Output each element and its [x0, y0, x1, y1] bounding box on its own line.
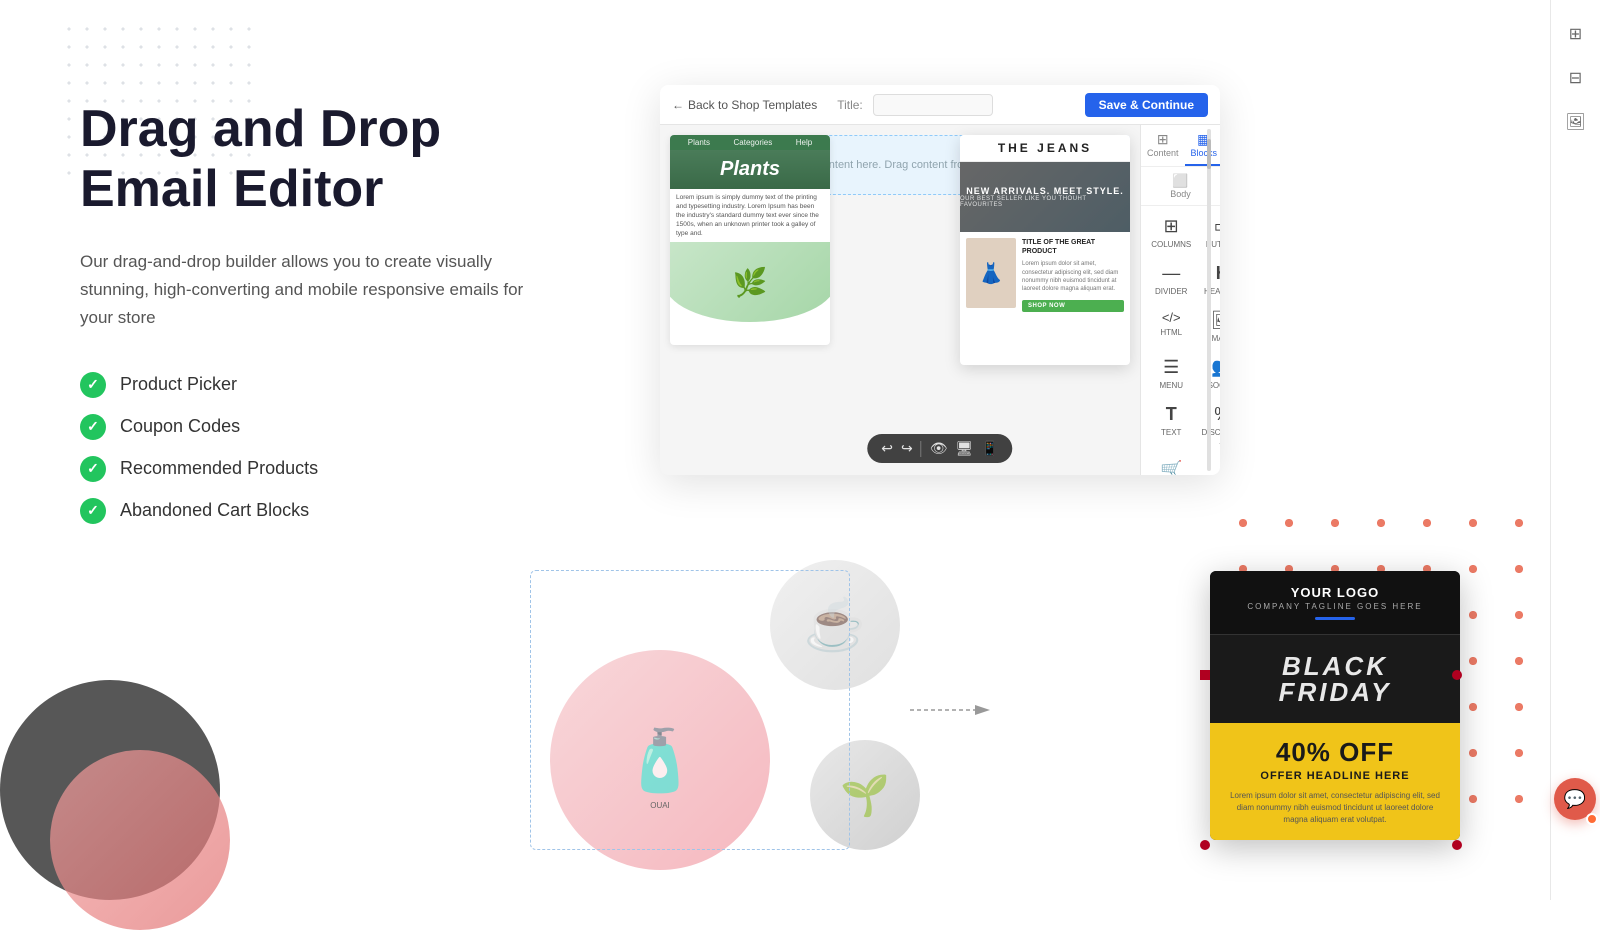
- content-icon: ⊞: [1147, 131, 1179, 148]
- plants-template-card: Plants Categories Help Plants Lorem ipsu…: [670, 135, 830, 345]
- bf-discount-text: 40% OFF: [1224, 737, 1446, 768]
- check-icon-4: [80, 498, 106, 524]
- sidebar-icon-3[interactable]: 🖼: [1558, 104, 1594, 140]
- bf-title-area: BLACK FRIDAY: [1210, 635, 1460, 723]
- bf-logo-sub: COMPANY TAGLINE GOES HERE: [1224, 602, 1446, 611]
- title-label: Title:: [837, 98, 863, 112]
- corner-dot-br: [1452, 840, 1462, 850]
- menu-icon: ☰: [1163, 357, 1179, 378]
- check-icon-1: [80, 372, 106, 398]
- discount-icon: %: [1214, 404, 1220, 425]
- editor-topbar: ← Back to Shop Templates Title: Save & C…: [660, 85, 1220, 125]
- bf-yellow-area: 40% OFF OFFER HEADLINE HERE Lorem ipsum …: [1210, 723, 1460, 840]
- menu-block[interactable]: ☰ MENU: [1145, 351, 1197, 396]
- social-icon: 👥: [1211, 357, 1220, 378]
- scroll-indicator[interactable]: [1206, 125, 1212, 475]
- plants-image: 🌿: [670, 242, 830, 322]
- corner-dot-bl: [1200, 840, 1210, 850]
- image-icon: 🖼: [1211, 310, 1220, 331]
- list-item: Coupon Codes: [80, 414, 640, 440]
- far-right-sidebar: ⊞ ⊟ 🖼 💬: [1550, 0, 1600, 900]
- check-icon-3: [80, 456, 106, 482]
- undo-icon[interactable]: ↩: [881, 440, 893, 457]
- list-item: Abandoned Cart Blocks: [80, 498, 640, 524]
- save-continue-button[interactable]: Save & Continue: [1085, 93, 1208, 117]
- feature-list: Product Picker Coupon Codes Recommended …: [80, 372, 640, 524]
- plants-title: Plants: [678, 158, 822, 181]
- columns-icon: ⊞: [1164, 216, 1179, 237]
- bf-logo-text: YOUR LOGO: [1224, 585, 1446, 600]
- corner-dot-tr: [1452, 670, 1462, 680]
- plants-body-text: Lorem ipsum is simply dummy text of the …: [670, 189, 830, 242]
- recommend-block[interactable]: 🛒 RECOMME...: [1145, 454, 1197, 475]
- recommend-icon: 🛒: [1160, 460, 1182, 475]
- check-icon-2: [80, 414, 106, 440]
- title-input[interactable]: [873, 94, 993, 116]
- mobile-icon[interactable]: 📱: [981, 440, 998, 457]
- jeans-product-image: 👗: [966, 238, 1016, 308]
- corner-dot-tl: [1200, 670, 1210, 680]
- email-editor: ← Back to Shop Templates Title: Save & C…: [660, 85, 1220, 475]
- products-section: 🧴 OUAI ☕ 🌱: [530, 550, 930, 870]
- columns-block[interactable]: ⊞ COLUMNS: [1145, 210, 1197, 255]
- main-heading: Drag and Drop Email Editor: [80, 100, 640, 220]
- redo-icon[interactable]: ↪: [901, 440, 913, 457]
- bf-logo-area: YOUR LOGO COMPANY TAGLINE GOES HERE: [1210, 571, 1460, 635]
- hero-section: Drag and Drop Email Editor Our drag-and-…: [80, 100, 640, 524]
- button-icon: ▭: [1214, 216, 1220, 237]
- jeans-header: THE JEANS: [960, 135, 1130, 162]
- bf-description: Lorem ipsum dolor sit amet, consectetur …: [1224, 790, 1446, 826]
- black-friday-card: YOUR LOGO COMPANY TAGLINE GOES HERE BLAC…: [1210, 571, 1460, 840]
- list-item: Recommended Products: [80, 456, 640, 482]
- dashed-selection-box: [530, 570, 850, 850]
- editor-canvas[interactable]: No content here. Drag content from right…: [660, 125, 1140, 475]
- list-item: Product Picker: [80, 372, 640, 398]
- html-block[interactable]: </> HTML: [1145, 304, 1197, 349]
- html-icon: </>: [1162, 310, 1181, 325]
- editor-body: No content here. Drag content from right…: [660, 125, 1220, 475]
- divider-block[interactable]: — DIVIDER: [1145, 257, 1197, 302]
- desktop-icon[interactable]: 🖥: [956, 440, 974, 457]
- chat-icon: 💬: [1564, 789, 1586, 810]
- text-block[interactable]: T TEXT: [1145, 398, 1197, 452]
- back-link[interactable]: ← Back to Shop Templates: [672, 98, 817, 112]
- hero-subtext: Our drag-and-drop builder allows you to …: [80, 248, 560, 332]
- editor-toolbar: ↩ ↪ 👁 🖥 📱: [867, 434, 1012, 463]
- bf-offer-headline: OFFER HEADLINE HERE: [1224, 770, 1446, 782]
- sidebar-icon-2[interactable]: ⊟: [1558, 60, 1594, 96]
- bf-title: BLACK FRIDAY: [1224, 653, 1446, 705]
- sidebar-icon-1[interactable]: ⊞: [1558, 16, 1594, 52]
- notification-dot: [1586, 813, 1598, 825]
- tab-blocks[interactable]: ▦ Blocks: [1185, 125, 1220, 166]
- divider-icon: —: [1162, 263, 1180, 284]
- tab-content[interactable]: ⊞ Content: [1141, 125, 1185, 166]
- shop-now-button[interactable]: SHOP NOW: [1022, 300, 1124, 312]
- blocks-icon: ▦: [1191, 131, 1218, 148]
- text-icon: T: [1166, 404, 1177, 425]
- bf-logo-bar: [1315, 617, 1355, 620]
- jeans-product-section: 👗 TITLE OF THE GREAT PRODUCT Lorem ipsum…: [960, 232, 1130, 318]
- jeans-template-card: THE JEANS NEW ARRIVALS. MEET STYLE. OUR …: [960, 135, 1130, 365]
- jeans-hero-image: NEW ARRIVALS. MEET STYLE. OUR BEST SELLE…: [960, 162, 1130, 232]
- heading-icon: H: [1216, 263, 1220, 284]
- decorative-circle-pink: [50, 750, 230, 930]
- connection-arrow: [910, 700, 990, 720]
- preview-icon[interactable]: 👁: [930, 440, 948, 457]
